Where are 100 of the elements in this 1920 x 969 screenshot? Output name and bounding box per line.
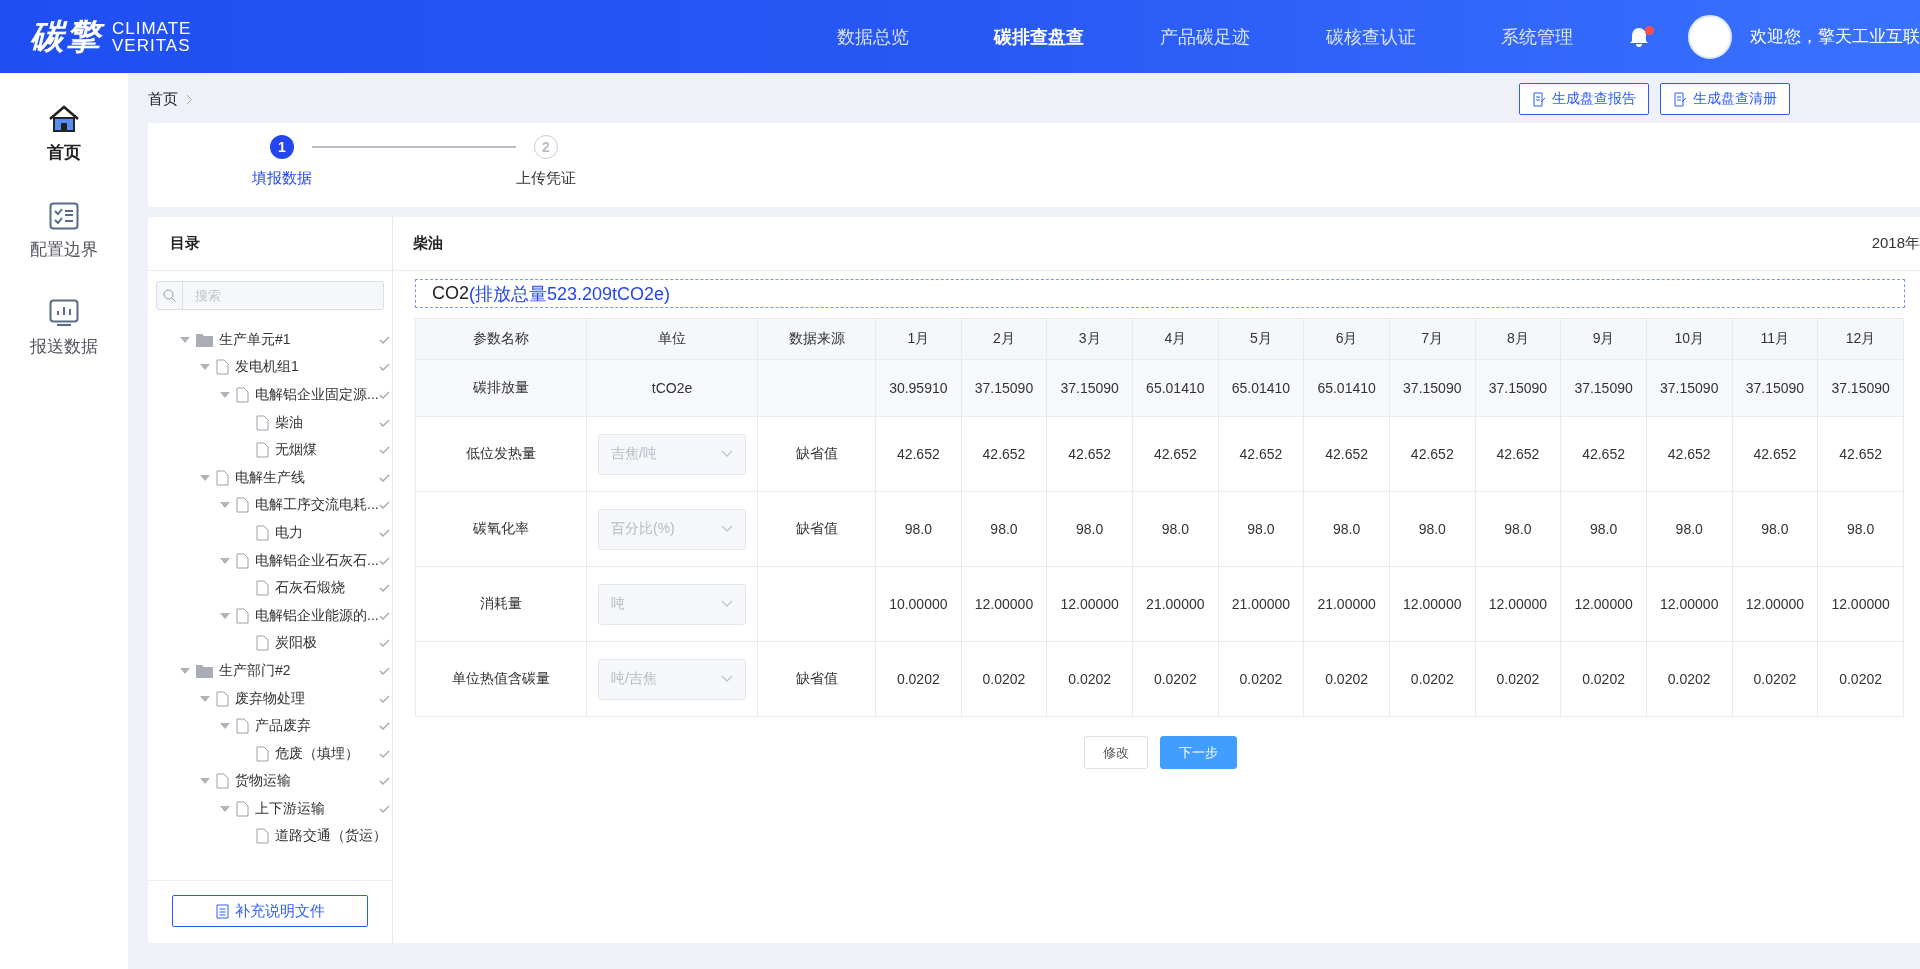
tree-item[interactable]: 电解铝企业石灰石... [255, 551, 379, 570]
tree-item[interactable]: 电力 [275, 523, 303, 542]
column-header: 9月 [1560, 318, 1647, 360]
caret-down-icon[interactable] [220, 392, 230, 398]
tree-item[interactable]: 石灰石煅烧 [275, 579, 345, 598]
document-icon [216, 359, 229, 376]
document-icon [256, 442, 269, 459]
logo-text: CLIMATE [112, 19, 192, 37]
tree-item[interactable]: 生产部门#2 [219, 661, 291, 680]
table-cell: 42.652 [1732, 416, 1818, 492]
document-icon [215, 903, 229, 919]
table-cell: 37.15090 [1732, 359, 1818, 417]
caret-down-icon[interactable] [220, 612, 230, 619]
nav-item[interactable]: 系统管理 [1454, 24, 1620, 49]
side-menu-item[interactable]: 配置边界 [30, 202, 98, 261]
caret-down-icon[interactable] [220, 502, 230, 509]
document-icon [236, 800, 249, 817]
document-icon [256, 414, 269, 431]
caret-down-icon[interactable] [220, 805, 230, 812]
table-cell: 42.652 [1046, 416, 1133, 492]
caret-down-icon[interactable] [200, 695, 210, 702]
document-icon [256, 580, 269, 597]
edit-button[interactable]: 修改 [1083, 736, 1148, 769]
table-cell: 0.0202 [1475, 641, 1561, 717]
nav-item[interactable]: 数据总览 [790, 24, 956, 49]
nav-item[interactable]: 碳核查认证 [1288, 24, 1454, 49]
document-icon [256, 524, 269, 541]
table-cell: 12.00000 [961, 566, 1047, 642]
table-cell: 42.652 [961, 416, 1047, 492]
nav-item[interactable]: 碳排查盘查 [956, 24, 1122, 49]
folder-icon [196, 663, 213, 678]
tree-item[interactable]: 炭阳极 [275, 634, 317, 653]
table-cell: 0.0202 [1218, 641, 1304, 717]
table-cell: 0.0202 [1732, 641, 1818, 717]
document-edit-icon [1673, 91, 1687, 107]
tree-item[interactable]: 道路交通（货运） [275, 827, 387, 846]
supplement-file-button[interactable]: 补充说明文件 [172, 895, 368, 927]
document-icon [236, 552, 249, 569]
emission-total: (排放总量523.209tCO2e) [469, 282, 671, 306]
tree-item[interactable]: 发电机组1 [235, 358, 299, 377]
caret-down-icon[interactable] [180, 667, 190, 674]
column-header: 7月 [1389, 318, 1476, 360]
tree-item[interactable]: 无烟煤 [275, 441, 317, 460]
table-cell: 21.00000 [1303, 566, 1390, 642]
column-header: 参数名称 [415, 318, 587, 360]
source-text: 缺省值 [795, 520, 838, 536]
table-cell: 10.00000 [875, 566, 962, 642]
caret-down-icon[interactable] [200, 474, 210, 481]
caret-down-icon[interactable] [200, 778, 210, 785]
logo-text: VERITAS [112, 36, 192, 54]
side-menu-item[interactable]: 报送数据 [30, 299, 98, 358]
tree-item[interactable]: 废弃物处理 [235, 689, 305, 708]
tree-item[interactable]: 电解铝企业固定源... [255, 386, 379, 404]
document-icon [216, 690, 229, 707]
breadcrumb-link[interactable]: 首页 [148, 89, 178, 109]
tree-item[interactable]: 货物运输 [235, 772, 291, 791]
table-cell: 42.652 [1132, 416, 1219, 492]
table-cell: 12.00000 [1560, 566, 1647, 642]
column-header: 1月 [875, 318, 962, 360]
source-text: 缺省值 [795, 670, 838, 686]
nav-item[interactable]: 产品碳足迹 [1122, 24, 1288, 49]
table-cell: 37.15090 [1560, 359, 1647, 417]
table-cell: 37.15090 [1475, 359, 1561, 417]
caret-down-icon[interactable] [200, 364, 210, 371]
tree-item[interactable]: 柴油 [275, 413, 303, 432]
tree-item[interactable]: 电解铝企业能源的... [255, 606, 379, 625]
document-icon [236, 718, 249, 735]
table-cell: 低位发热量 [415, 416, 587, 492]
tree-item[interactable]: 电解工序交流电耗... [255, 496, 379, 515]
avatar[interactable] [1688, 14, 1732, 59]
table-cell: 12.00000 [1475, 566, 1561, 642]
table-cell: 21.00000 [1218, 566, 1304, 642]
table-cell: 0.0202 [1389, 641, 1476, 717]
tree-item[interactable]: 上下游运输 [255, 799, 325, 818]
column-header: 5月 [1218, 318, 1304, 360]
chevron-down-icon [721, 600, 733, 608]
step-number: 1 [270, 135, 294, 159]
table-cell: 0.0202 [961, 641, 1047, 717]
tree-item[interactable]: 电解生产线 [235, 468, 305, 487]
welcome-text: 欢迎您，擎天工业互联 [1750, 26, 1920, 48]
tree-item[interactable]: 生产单元#1 [219, 330, 291, 349]
source-text: 缺省值 [795, 445, 838, 461]
table-cell: 0.0202 [1817, 641, 1904, 717]
column-header: 11月 [1732, 318, 1818, 360]
document-edit-icon [1532, 91, 1546, 107]
table-cell: 98.0 [1646, 491, 1733, 567]
side-menu-item[interactable]: 首页 [47, 105, 81, 164]
tree-item[interactable]: 产品废弃 [255, 717, 311, 736]
report-button[interactable]: 生成盘查报告 [1519, 83, 1649, 115]
caret-down-icon[interactable] [180, 336, 190, 343]
report-button[interactable]: 生成盘查清册 [1660, 83, 1790, 115]
table-cell: 0.0202 [1646, 641, 1733, 717]
caret-down-icon[interactable] [220, 723, 230, 730]
caret-down-icon[interactable] [220, 557, 230, 564]
tree-item[interactable]: 危废（填埋） [275, 744, 359, 763]
table-cell: 12.00000 [1046, 566, 1133, 642]
panel-title: 目录 [170, 234, 200, 253]
column-header: 12月 [1817, 318, 1904, 360]
table-cell: 42.652 [1646, 416, 1733, 492]
table-cell: 12.00000 [1646, 566, 1733, 642]
